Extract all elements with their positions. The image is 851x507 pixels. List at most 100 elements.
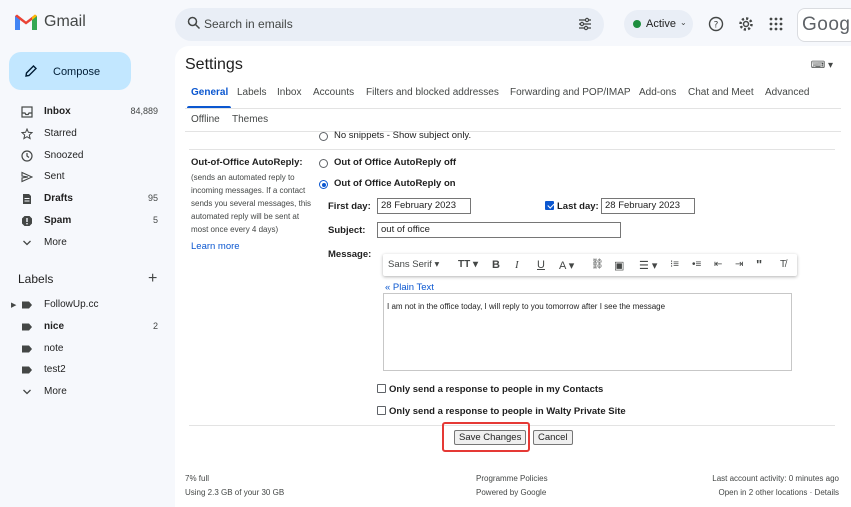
autoreply-on-radio[interactable] xyxy=(319,180,328,189)
star-icon xyxy=(21,128,33,140)
subject-field[interactable]: out of office xyxy=(377,222,621,238)
draft-icon xyxy=(23,194,31,204)
last-day-field[interactable]: 28 February 2023 xyxy=(601,198,695,214)
tab-general[interactable]: General xyxy=(191,87,228,98)
first-day-label: First day: xyxy=(328,201,371,212)
add-label-icon[interactable]: + xyxy=(148,270,157,288)
storage-usage[interactable]: Using 2.3 GB of your 30 GB xyxy=(185,488,284,497)
help-icon[interactable]: ? xyxy=(708,16,724,32)
text-color-icon[interactable]: A ▾ xyxy=(559,259,574,272)
bold-icon[interactable]: B xyxy=(492,259,500,271)
label-item-test2[interactable]: test2 xyxy=(0,359,170,381)
tab-chat-meet[interactable]: Chat and Meet xyxy=(688,87,754,98)
indent-more-icon[interactable]: ⇥ xyxy=(735,259,743,270)
plain-text-link[interactable]: « Plain Text xyxy=(385,282,434,293)
sidebar-item-label: Drafts xyxy=(44,193,73,204)
image-icon[interactable]: ▣ xyxy=(614,259,624,272)
subject-label: Subject: xyxy=(328,225,366,236)
align-icon[interactable]: ☰ ▾ xyxy=(639,259,657,272)
bulleted-list-icon[interactable]: •≡ xyxy=(692,259,701,270)
powered-by-text: Powered by Google xyxy=(476,488,547,497)
autoreply-off-radio[interactable] xyxy=(319,159,328,168)
gmail-logo-icon xyxy=(15,14,37,30)
chevron-down-icon xyxy=(23,240,31,246)
autoreply-heading: Out-of-Office AutoReply: xyxy=(191,157,303,168)
remove-formatting-icon[interactable]: T̸ xyxy=(780,259,786,270)
sidebar-item-drafts[interactable]: Drafts 95 xyxy=(0,188,170,210)
sidebar-item-label: Starred xyxy=(44,128,77,139)
apps-grid-icon[interactable] xyxy=(768,16,784,32)
no-snippets-radio[interactable] xyxy=(319,132,328,141)
org-only-label: Only send a response to people in Walty … xyxy=(389,406,626,417)
italic-icon[interactable]: I xyxy=(515,259,519,271)
label-item-note[interactable]: note xyxy=(0,338,170,360)
autoreply-on-label: Out of Office AutoReply on xyxy=(334,178,456,189)
font-size-icon[interactable]: TT ▾ xyxy=(458,259,478,270)
font-name: Sans Serif xyxy=(388,259,432,270)
sidebar-item-label: Sent xyxy=(44,171,65,182)
message-body: I am not in the office today, I will rep… xyxy=(387,302,666,311)
inbox-icon xyxy=(21,106,33,118)
last-day-checkbox[interactable] xyxy=(545,201,554,210)
tab-inbox[interactable]: Inbox xyxy=(277,87,301,98)
search-icon[interactable] xyxy=(187,16,201,30)
unread-count: 95 xyxy=(147,193,158,203)
svg-text:?: ? xyxy=(714,21,719,31)
tab-offline[interactable]: Offline xyxy=(191,114,220,125)
label-item-followup[interactable]: FollowUp.cc xyxy=(0,294,170,316)
autoreply-description: sends you several messages, this xyxy=(191,199,312,208)
sidebar-item-inbox[interactable]: Inbox 84,889 xyxy=(0,101,170,123)
tab-labels[interactable]: Labels xyxy=(237,87,266,98)
label-item-nice[interactable]: nice 2 xyxy=(0,316,170,338)
keyboard-icon[interactable]: ⌨ ▾ xyxy=(811,60,833,71)
storage-percent: 7% full xyxy=(185,474,210,483)
contacts-only-label: Only send a response to people in my Con… xyxy=(389,384,604,395)
learn-more-link[interactable]: Learn more xyxy=(191,241,240,252)
sidebar-item-spam[interactable]: Spam 5 xyxy=(0,210,170,232)
status-selector[interactable]: Active ⌄ xyxy=(624,10,693,38)
first-day-field[interactable]: 28 February 2023 xyxy=(377,198,471,214)
label-name: test2 xyxy=(44,364,66,375)
labels-more-label: More xyxy=(44,386,67,397)
message-editor[interactable]: I am not in the office today, I will rep… xyxy=(383,293,792,371)
pencil-icon xyxy=(25,65,37,77)
font-select[interactable]: Sans Serif ▾ xyxy=(388,259,439,270)
search-bar[interactable]: Search in emails xyxy=(175,8,604,41)
org-only-checkbox[interactable] xyxy=(377,406,386,415)
link-icon[interactable]: ⛓ xyxy=(591,259,604,270)
sidebar-item-starred[interactable]: Starred xyxy=(0,123,170,145)
sidebar-item-label: More xyxy=(44,237,67,248)
tab-addons[interactable]: Add-ons xyxy=(639,87,676,98)
indent-less-icon[interactable]: ⇤ xyxy=(714,259,722,270)
gmail-logo[interactable]: Gmail xyxy=(14,13,86,31)
tab-accounts[interactable]: Accounts xyxy=(313,87,354,98)
label-tag-icon xyxy=(22,366,32,374)
search-input[interactable]: Search in emails xyxy=(204,17,293,31)
save-button[interactable]: Save Changes xyxy=(454,430,527,445)
tab-themes[interactable]: Themes xyxy=(232,114,268,125)
sidebar-item-label: Inbox xyxy=(44,106,71,117)
programme-policies-link[interactable]: Programme Policies xyxy=(476,474,548,483)
numbered-list-icon[interactable]: ⁝≡ xyxy=(670,259,679,270)
account-button[interactable]: Google xyxy=(797,8,851,42)
compose-button[interactable]: Compose xyxy=(9,52,131,90)
no-snippets-label: No snippets - Show subject only. xyxy=(334,130,472,141)
formatting-toolbar: Sans Serif ▾ TT ▾ B I U A ▾ ⛓ ▣ ☰ ▾ ⁝≡ •… xyxy=(383,254,797,276)
search-options-icon[interactable] xyxy=(578,17,592,31)
sidebar-item-more[interactable]: More xyxy=(0,232,170,254)
gear-icon[interactable] xyxy=(738,16,754,32)
tab-forwarding[interactable]: Forwarding and POP/IMAP xyxy=(510,87,631,98)
quote-icon[interactable]: " xyxy=(756,257,762,272)
labels-more[interactable]: More xyxy=(0,381,170,403)
settings-panel: Settings ⌨ ▾ General Labels Inbox Accoun… xyxy=(175,46,851,507)
contacts-only-checkbox[interactable] xyxy=(377,384,386,393)
unread-count: 2 xyxy=(152,321,158,331)
underline-icon[interactable]: U xyxy=(537,259,545,271)
tab-filters[interactable]: Filters and blocked addresses xyxy=(366,87,499,98)
account-details-link[interactable]: Open in 2 other locations · Details xyxy=(718,488,839,497)
cancel-button[interactable]: Cancel xyxy=(533,430,573,445)
sidebar-item-sent[interactable]: Sent xyxy=(0,166,170,188)
compose-label: Compose xyxy=(53,66,101,78)
sidebar-item-snoozed[interactable]: Snoozed xyxy=(0,145,170,167)
tab-advanced[interactable]: Advanced xyxy=(765,87,809,98)
